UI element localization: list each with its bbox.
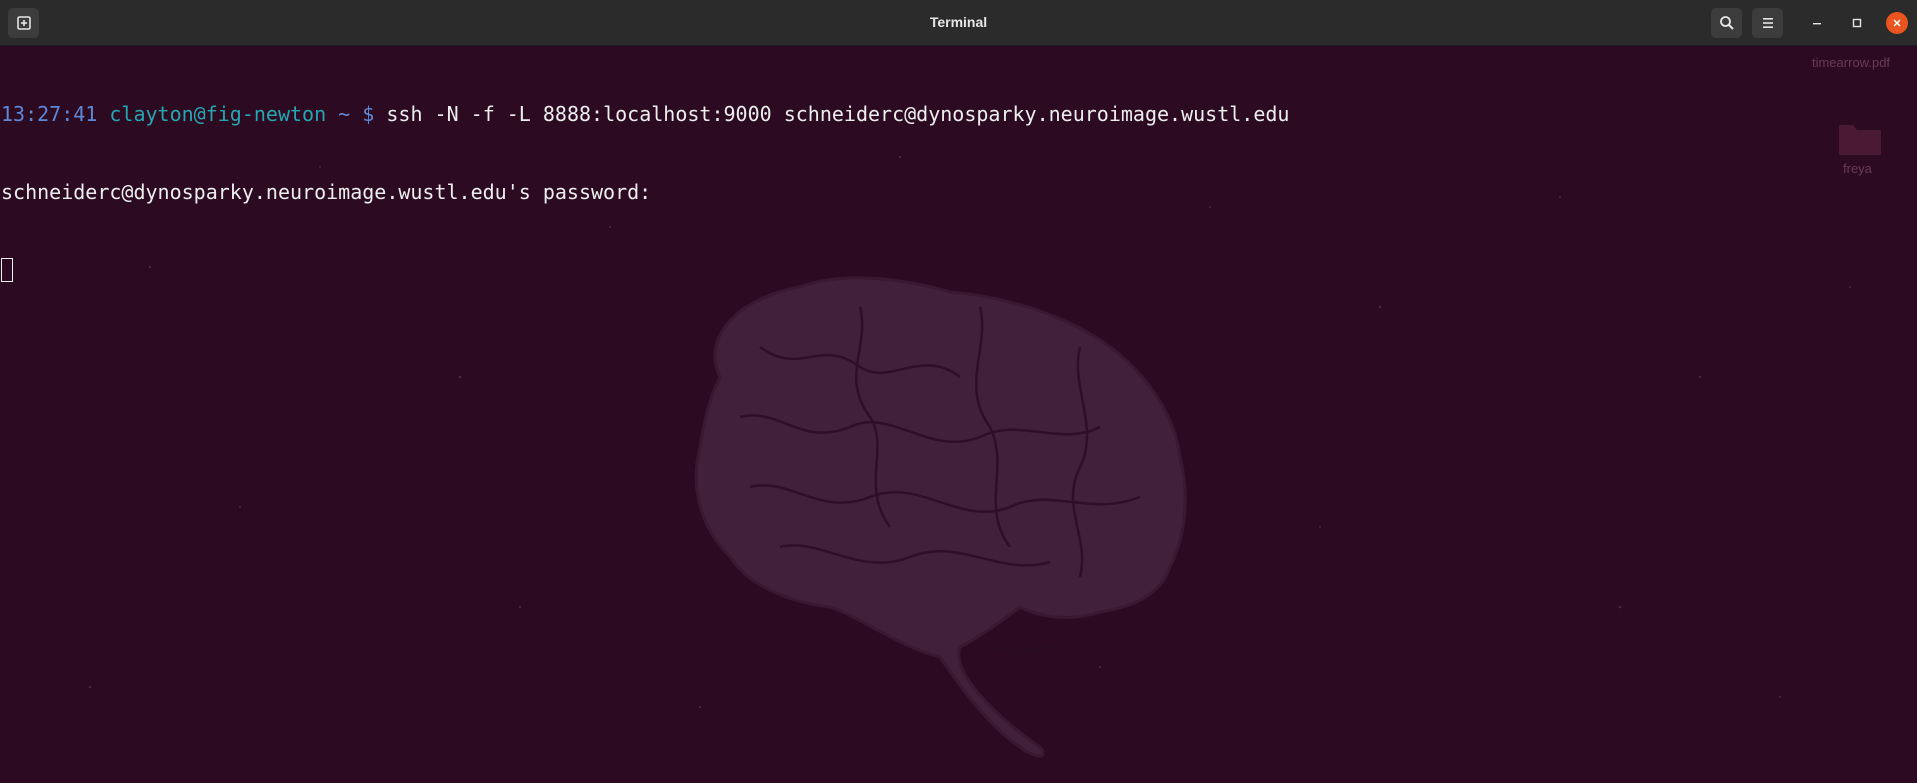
window-title: Terminal [929, 14, 988, 30]
prompt-cwd: ~ [338, 102, 351, 126]
terminal-window: Terminal timearrow.pdf freya 13:27:41 cl… [0, 0, 1917, 783]
search-button[interactable] [1711, 8, 1742, 38]
maximize-icon [1852, 18, 1862, 28]
search-icon [1719, 16, 1734, 30]
command-text: ssh -N -f -L 8888:localhost:9000 schneid… [386, 102, 1290, 126]
input-line[interactable] [1, 257, 1289, 283]
minimize-button[interactable] [1806, 12, 1828, 34]
folder-icon [1839, 125, 1881, 155]
prompt-user-host: clayton@fig-newton [109, 102, 327, 126]
desktop-icon-label: freya [1843, 161, 1872, 176]
prompt-time: 13:27:41 [1, 102, 98, 126]
menu-button[interactable] [1752, 8, 1783, 38]
hamburger-menu-icon [1762, 18, 1773, 28]
close-button[interactable] [1886, 12, 1908, 34]
close-icon [1893, 19, 1901, 27]
output-line: schneiderc@dynosparky.neuroimage.wustl.e… [1, 180, 652, 204]
text-cursor[interactable] [1, 258, 13, 282]
prompt-symbol: $ [362, 102, 375, 126]
title-bar[interactable]: Terminal [0, 0, 1917, 46]
maximize-button[interactable] [1846, 12, 1868, 34]
terminal-output: 13:27:41 clayton@fig-newton ~ $ ssh -N -… [1, 49, 1289, 335]
desktop-icon-label: timearrow.pdf [1812, 55, 1891, 70]
terminal-area[interactable]: timearrow.pdf freya 13:27:41 clayton@fig… [0, 47, 1917, 783]
command-line: 13:27:41 clayton@fig-newton ~ $ ssh -N -… [1, 101, 1289, 127]
minimize-icon [1813, 23, 1821, 25]
